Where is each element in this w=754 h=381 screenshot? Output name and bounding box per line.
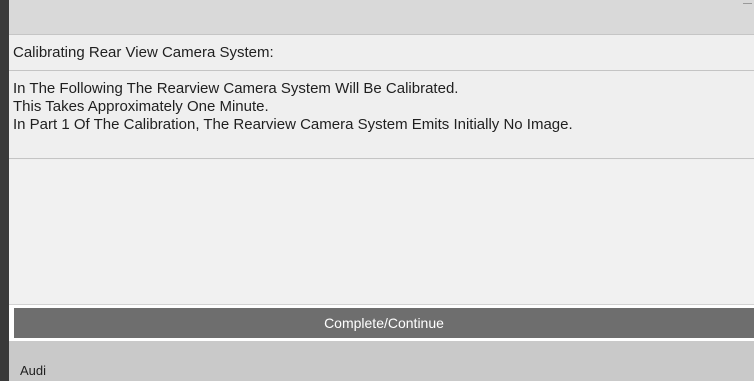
complete-continue-button[interactable]: Complete/Continue [14, 308, 754, 338]
instruction-panel: In The Following The Rearview Camera Sys… [9, 72, 754, 159]
instruction-line: In The Following The Rearview Camera Sys… [13, 80, 459, 97]
status-footer: Audi [9, 341, 754, 381]
procedure-title: Calibrating Rear View Camera System: [13, 44, 274, 61]
content-area [9, 160, 754, 305]
action-bar: Complete/Continue [9, 305, 754, 341]
procedure-header: Calibrating Rear View Camera System: [9, 35, 754, 71]
top-bar [9, 0, 754, 35]
instruction-line: This Takes Approximately One Minute. [13, 98, 269, 115]
diagnostic-window: Calibrating Rear View Camera System: In … [0, 0, 754, 381]
instruction-line: In Part 1 Of The Calibration, The Rearvi… [13, 116, 573, 133]
window-handle-icon [743, 3, 752, 4]
vehicle-brand-label: Audi [20, 363, 47, 378]
